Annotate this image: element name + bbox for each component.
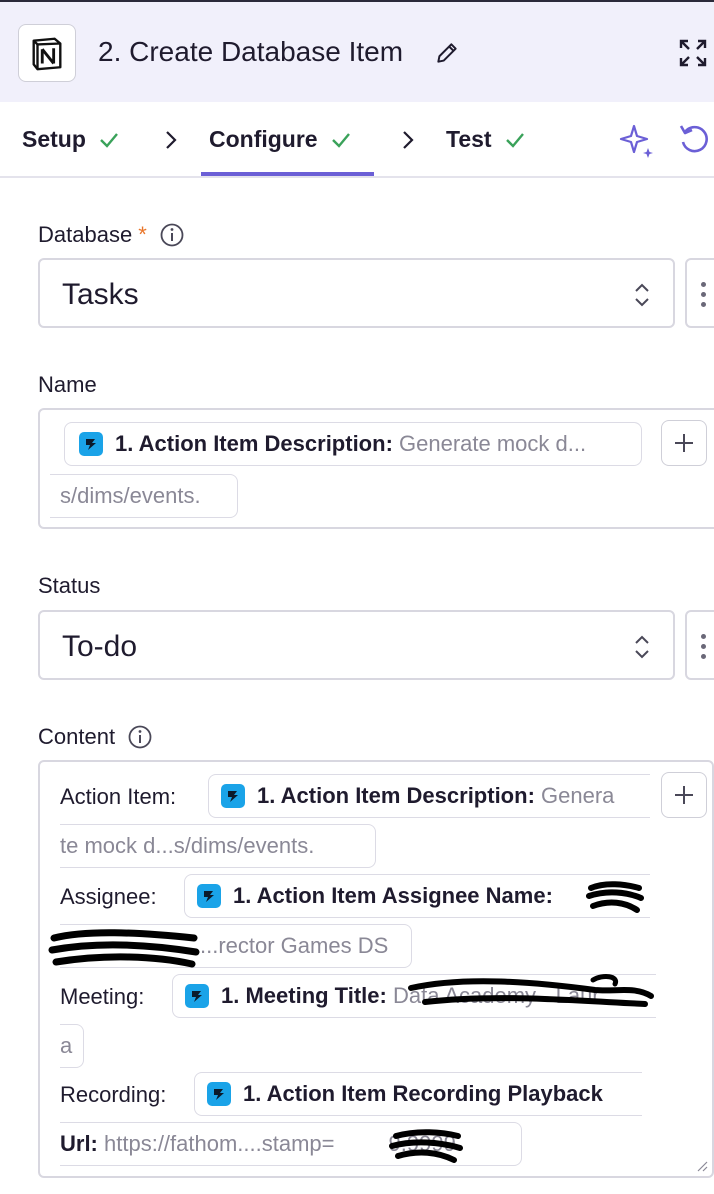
app-badge-icon	[221, 784, 245, 808]
name-add-button[interactable]	[661, 420, 707, 466]
expand-icon[interactable]	[677, 37, 709, 69]
content-prefix-recording: Recording:	[60, 1082, 167, 1107]
content-prefix-meeting: Meeting:	[60, 984, 145, 1009]
active-tab-indicator	[201, 172, 374, 176]
app-badge-icon	[185, 984, 209, 1008]
chevron-up-down-icon	[635, 635, 649, 659]
redaction-scribble	[389, 1129, 463, 1163]
undo-icon[interactable]	[677, 122, 711, 156]
plus-icon	[675, 786, 693, 804]
chevron-right-icon	[403, 131, 414, 149]
chevron-up-down-icon	[635, 283, 649, 307]
plus-icon	[675, 434, 693, 452]
action-item-token-continued[interactable]: te mock d...s/dims/events.	[60, 824, 376, 868]
sparkle-icon[interactable]	[618, 122, 656, 160]
recording-token[interactable]: 1. Action Item Recording Playback	[194, 1072, 642, 1116]
pencil-icon[interactable]	[434, 40, 460, 66]
action-item-token[interactable]: 1. Action Item Description: Genera	[208, 774, 650, 818]
info-icon[interactable]	[159, 222, 185, 248]
status-label: Status	[38, 573, 101, 598]
app-badge-icon	[197, 884, 221, 908]
name-label: Name	[38, 372, 97, 397]
step-title: 2. Create Database Item	[98, 36, 404, 67]
content-add-button[interactable]	[661, 772, 707, 818]
app-badge-icon	[79, 432, 103, 456]
app-badge-icon	[207, 1082, 231, 1106]
content-label: Content	[38, 724, 153, 750]
status-select[interactable]: To-do	[38, 610, 675, 680]
database-select[interactable]: Tasks	[38, 258, 675, 328]
resize-grip-icon[interactable]	[694, 1158, 708, 1172]
check-icon	[331, 132, 350, 148]
redaction-scribble	[586, 881, 644, 913]
name-input[interactable]: 1. Action Item Description: Generate moc…	[38, 408, 714, 529]
content-prefix-assignee: Assignee:	[60, 884, 157, 909]
tab-test[interactable]: Test	[446, 126, 526, 153]
status-more-button[interactable]	[685, 610, 714, 680]
database-more-button[interactable]	[685, 258, 714, 328]
database-label: Database *	[38, 222, 185, 248]
redaction-scribble	[48, 929, 200, 968]
notion-logo-icon	[18, 24, 76, 82]
tab-configure[interactable]: Configure	[209, 126, 352, 153]
name-token-continued[interactable]: s/dims/events.	[50, 474, 238, 518]
assignee-token[interactable]: 1. Action Item Assignee Name:	[184, 874, 650, 918]
check-icon	[100, 132, 118, 148]
content-prefix-action-item: Action Item:	[60, 784, 177, 809]
step-tabs: Setup Configure Test	[0, 102, 714, 178]
check-icon	[505, 132, 524, 148]
chevron-right-icon	[166, 131, 177, 149]
redaction-scribble	[408, 974, 654, 1007]
name-token[interactable]: 1. Action Item Description: Generate moc…	[64, 422, 642, 466]
tab-setup[interactable]: Setup	[22, 126, 120, 153]
required-mark: *	[138, 222, 147, 247]
step-header: 2. Create Database Item	[0, 0, 714, 102]
meeting-token-continued[interactable]: a	[60, 1024, 84, 1068]
info-icon[interactable]	[127, 724, 153, 750]
